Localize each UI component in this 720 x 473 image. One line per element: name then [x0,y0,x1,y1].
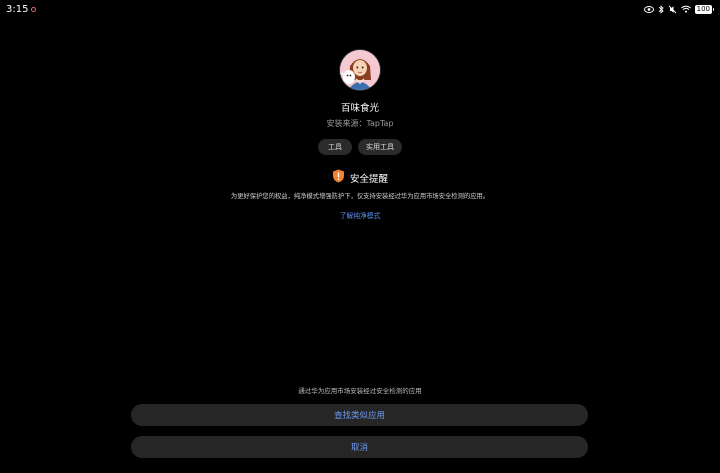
learn-pure-mode-link[interactable]: 了解纯净模式 [340,210,381,220]
find-similar-apps-button[interactable]: 查找类似应用 [131,404,588,426]
category-tags: 工具 实用工具 [0,139,720,155]
status-bar: 3:15 100 [0,0,720,18]
app-header: 百味食光 安装来源：TapTap [0,50,720,129]
status-left: 3:15 [6,3,37,15]
install-source: 安装来源：TapTap [326,119,394,128]
screen: 3:15 100 百味食光 安装来源：TapTap 工具 实用工具 安全提醒 为… [0,0,720,473]
tag-utility-tools[interactable]: 实用工具 [358,139,402,155]
cancel-label: 取消 [350,443,368,453]
battery-indicator: 100 [694,4,715,14]
mute-icon [668,4,677,14]
app-avatar-icon [340,50,380,90]
security-title: 安全提醒 [349,173,388,185]
security-notice: 安全提醒 为更好保护您的权益，纯净模式增强防护下，仅支持安装经过华为应用市场安全… [0,168,720,220]
tag-tools[interactable]: 工具 [318,139,352,155]
status-right: 100 [643,4,715,14]
find-similar-apps-label: 查找类似应用 [333,411,385,421]
bottom-note: 通过华为应用市场安装经过安全检测的应用 [298,387,422,395]
status-time: 3:15 [6,3,29,15]
wifi-icon [680,4,691,14]
security-description: 为更好保护您的权益，纯净模式增强防护下，仅支持安装经过华为应用市场安全检测的应用… [230,193,490,200]
shield-warning-icon [332,168,345,187]
security-title-row: 安全提醒 [332,168,388,187]
notification-dot-icon [31,6,37,12]
eye-icon [643,4,654,14]
cancel-button[interactable]: 取消 [131,436,588,458]
bluetooth-icon [658,4,664,14]
app-name: 百味食光 [340,103,379,114]
